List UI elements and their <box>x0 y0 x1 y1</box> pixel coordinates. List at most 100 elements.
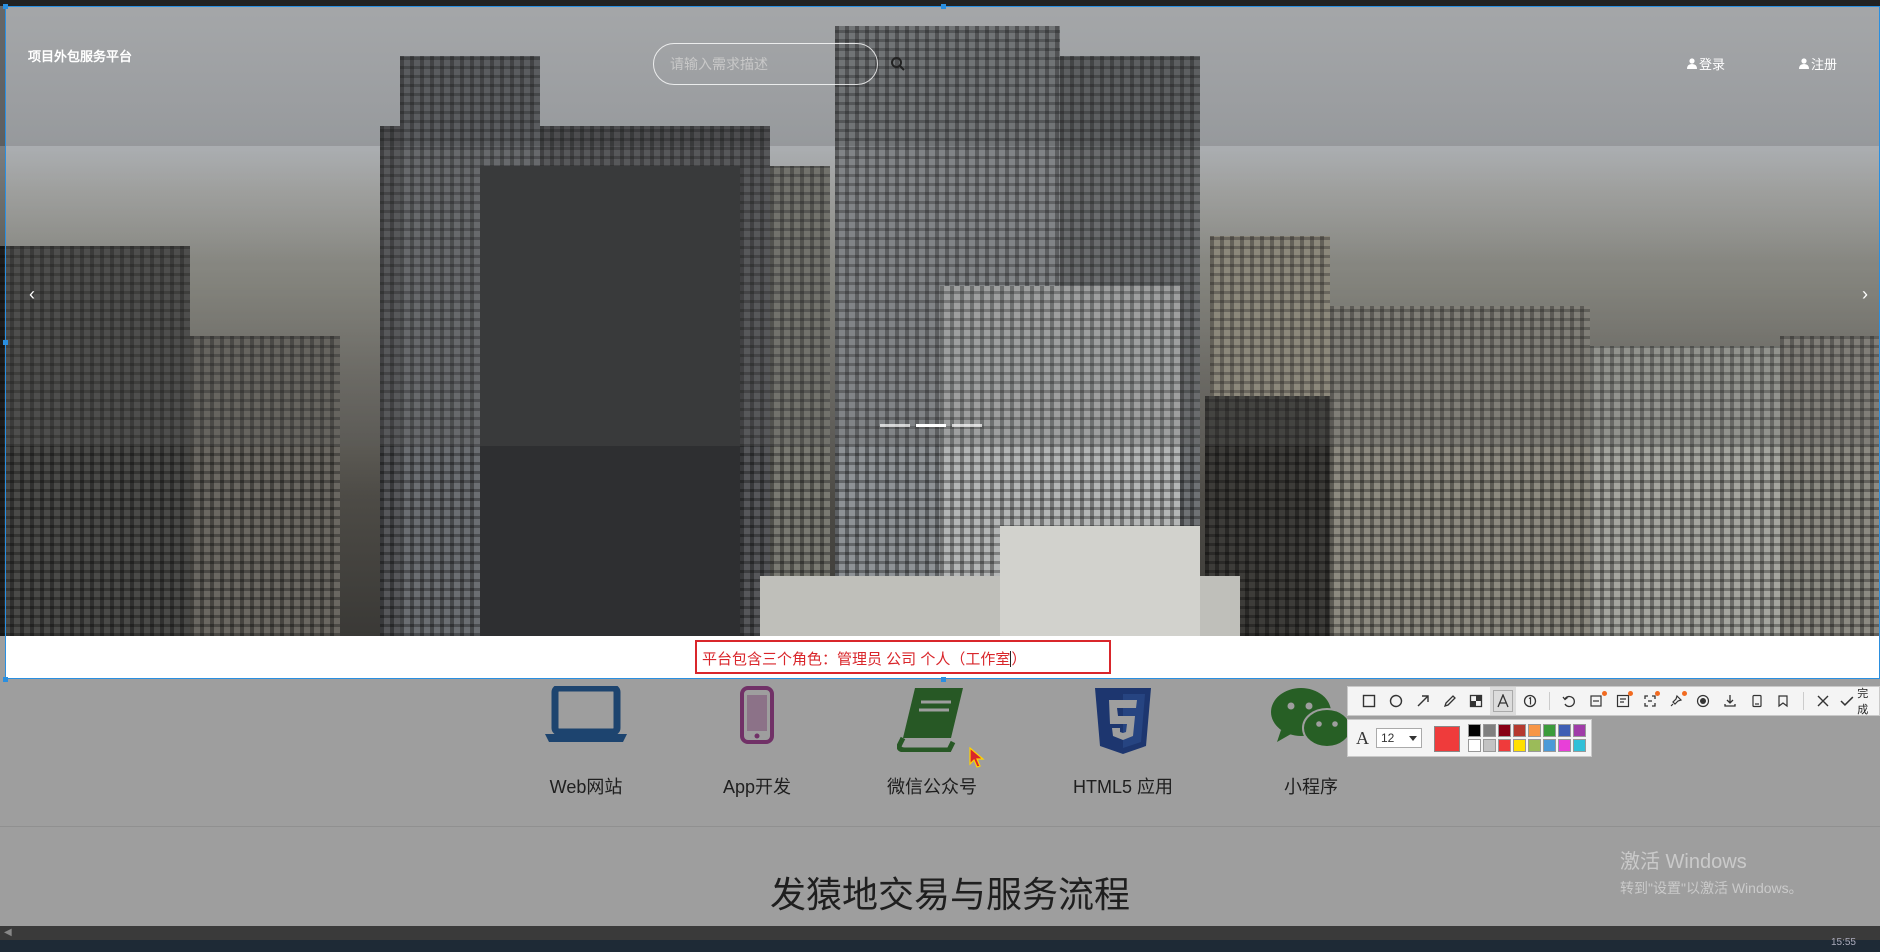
new-badge <box>1628 691 1634 696</box>
login-link[interactable]: 登录 <box>1687 54 1725 73</box>
text-tool-button[interactable] <box>1489 687 1517 715</box>
chevron-down-icon <box>1409 736 1417 741</box>
search-icon[interactable] <box>890 56 906 72</box>
watermark-line2: 转到"设置"以激活 Windows。 <box>1620 880 1803 896</box>
carousel-prev-button[interactable]: ‹ <box>29 284 35 305</box>
toolbar-separator <box>1549 692 1551 710</box>
service-web-icon-wrap[interactable] <box>516 686 656 744</box>
record-button[interactable] <box>1690 687 1717 715</box>
service-label-wechat-mp[interactable]: 微信公众号 <box>832 773 1032 799</box>
cancel-button[interactable] <box>1810 687 1837 715</box>
color-swatch[interactable] <box>1543 739 1556 752</box>
service-label-app[interactable]: App开发 <box>657 773 857 799</box>
color-swatch[interactable] <box>1498 724 1511 737</box>
service-label-miniprogram[interactable]: 小程序 <box>1211 773 1411 799</box>
carousel-indicator[interactable] <box>880 424 910 427</box>
color-swatch[interactable] <box>1573 739 1586 752</box>
carousel-next-button[interactable]: › <box>1862 284 1868 305</box>
resize-handle[interactable] <box>3 4 8 9</box>
color-swatch[interactable] <box>1513 739 1526 752</box>
new-badge <box>1601 691 1607 696</box>
undo-icon <box>1562 695 1576 708</box>
arrow-tool-button[interactable] <box>1409 687 1436 715</box>
color-swatch[interactable] <box>1468 739 1481 752</box>
selection-content: 项目外包服务平台 登录 注册 ‹ › <box>5 6 1880 679</box>
register-label: 注册 <box>1811 57 1838 72</box>
pin-button[interactable] <box>1663 687 1690 715</box>
color-swatch[interactable] <box>1483 739 1496 752</box>
windows-activation-watermark: 激活 Windows 转到"设置"以激活 Windows。 <box>1620 845 1803 898</box>
service-label-html5[interactable]: HTML5 应用 <box>1023 773 1223 799</box>
rectangle-tool-button[interactable] <box>1356 687 1383 715</box>
search-input[interactable] <box>653 43 878 85</box>
carousel-indicator[interactable] <box>952 424 982 427</box>
user-icon <box>1799 58 1809 69</box>
resize-handle[interactable] <box>941 4 946 9</box>
toolbar-separator <box>1802 692 1804 710</box>
login-label: 登录 <box>1699 57 1726 72</box>
color-palette <box>1468 724 1586 752</box>
divider <box>0 826 1880 827</box>
color-swatch[interactable] <box>1528 739 1541 752</box>
service-wechat-mp-icon-wrap[interactable] <box>862 686 1002 752</box>
ellipse-tool-button[interactable] <box>1383 687 1410 715</box>
resize-handle[interactable] <box>941 677 946 682</box>
color-swatch[interactable] <box>1468 724 1481 737</box>
check-icon <box>1840 696 1854 707</box>
mosaic-tool-button[interactable] <box>1463 687 1490 715</box>
resize-handle[interactable] <box>3 677 8 682</box>
horizontal-scrollbar[interactable]: ◀ <box>0 926 1880 940</box>
pin-icon <box>1670 694 1683 707</box>
carousel-caption-band <box>5 146 1880 446</box>
color-swatch[interactable] <box>1528 724 1541 737</box>
snip-toolbar: 完成 <box>1347 686 1880 716</box>
snip-selection[interactable]: 项目外包服务平台 登录 注册 ‹ › <box>5 6 1880 679</box>
save-button[interactable] <box>1743 687 1770 715</box>
taskbar-clock: 15:55 <box>1830 937 1856 948</box>
undo-button[interactable] <box>1556 687 1583 715</box>
color-swatch[interactable] <box>1483 724 1496 737</box>
font-size-select[interactable]: 12 <box>1376 728 1422 748</box>
carousel-indicator[interactable] <box>916 424 946 427</box>
font-size-value: 12 <box>1381 731 1395 745</box>
done-button[interactable]: 完成 <box>1840 685 1879 717</box>
book-icon <box>897 688 963 752</box>
color-swatch[interactable] <box>1558 724 1571 737</box>
record-icon <box>1697 694 1710 708</box>
color-swatch[interactable] <box>1513 724 1526 737</box>
site-title[interactable]: 项目外包服务平台 <box>28 46 132 65</box>
color-swatch[interactable] <box>1498 739 1511 752</box>
scroll-left-arrow[interactable]: ◀ <box>4 926 12 940</box>
resize-handle[interactable] <box>3 340 8 345</box>
new-badge <box>1681 691 1687 696</box>
font-icon: A <box>1356 728 1369 748</box>
text-style-panel: A 12 <box>1347 719 1592 757</box>
ocr-button[interactable] <box>1610 687 1637 715</box>
color-swatch[interactable] <box>1558 739 1571 752</box>
text-annotation[interactable]: 平台包含三个角色：管理员 公司 个人（工作室） <box>702 648 1026 669</box>
service-html5-icon-wrap[interactable] <box>1053 686 1193 756</box>
bookmark-button[interactable] <box>1770 687 1797 715</box>
arrow-icon <box>1417 695 1429 707</box>
wechat-icon <box>1271 688 1352 748</box>
building <box>1000 526 1200 636</box>
service-label-web[interactable]: Web网站 <box>486 773 686 799</box>
number-tool-button[interactable] <box>1516 687 1543 715</box>
register-link[interactable]: 注册 <box>1799 54 1837 73</box>
current-color-swatch[interactable] <box>1434 726 1460 752</box>
service-app-icon-wrap[interactable] <box>687 686 827 744</box>
color-swatch[interactable] <box>1543 724 1556 737</box>
laptop-icon <box>545 686 627 742</box>
redo-button[interactable] <box>1583 687 1610 715</box>
pencil-tool-button[interactable] <box>1436 687 1463 715</box>
annotation-text: 平台包含三个角色：管理员 公司 个人（工作室 <box>702 651 1011 668</box>
new-badge <box>1655 691 1661 696</box>
hero-banner-bright: 项目外包服务平台 登录 注册 ‹ › <box>5 6 1880 636</box>
done-label: 完成 <box>1857 688 1869 716</box>
ocr-icon <box>1616 694 1630 708</box>
download-button[interactable] <box>1717 687 1744 715</box>
section-title: 发猿地交易与服务流程 <box>769 874 1130 915</box>
scroll-capture-button[interactable] <box>1636 687 1663 715</box>
text-caret <box>1010 651 1012 667</box>
color-swatch[interactable] <box>1573 724 1586 737</box>
